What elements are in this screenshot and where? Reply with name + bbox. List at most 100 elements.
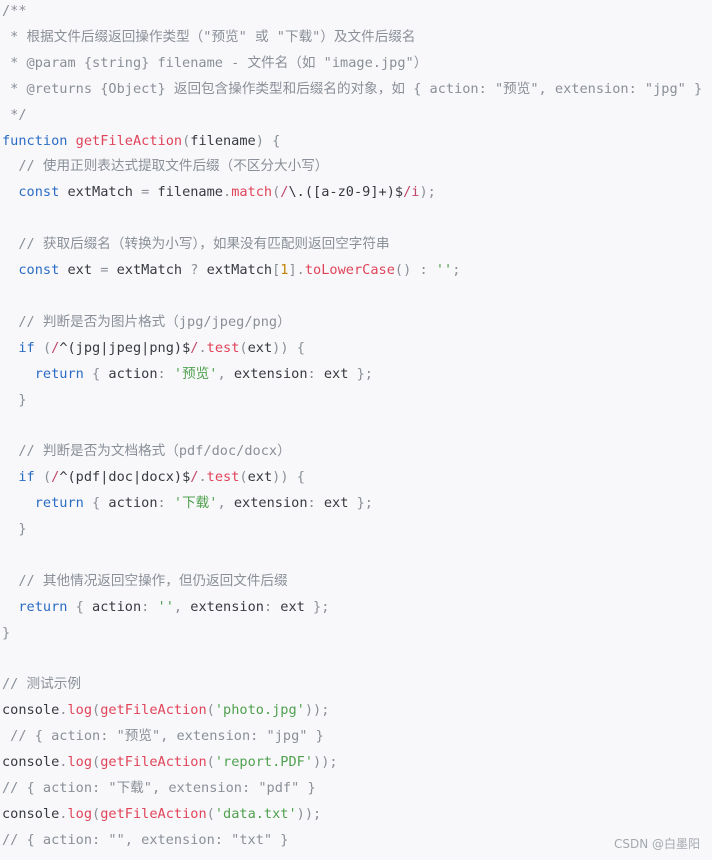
punctuation-token: } <box>2 624 11 641</box>
function-token: test <box>206 339 240 356</box>
code-text: extMatch <box>108 262 191 278</box>
punctuation-token: )) <box>272 469 289 486</box>
comment-token: // 判断是否为文档格式（pdf/doc/docx） <box>18 443 291 460</box>
code-text: extMatch <box>198 262 273 278</box>
function-token: toLowerCase <box>304 262 395 278</box>
code-line: */ <box>2 102 27 128</box>
code-line: const extMatch = filename.match(/\.([a-z… <box>2 179 436 205</box>
comment-token: // { action: "预览", extension: "jpg" } <box>2 728 324 745</box>
code-text: ext <box>247 339 273 356</box>
comment-token: * @returns {Object} 返回包含操作类型和后缀名的对象，如 { … <box>2 80 703 97</box>
punctuation-token: ( <box>42 339 52 356</box>
code-line: // { action: "预览", extension: "jpg" } <box>2 723 324 749</box>
punctuation-token: , <box>217 365 226 382</box>
function-token: getFileAction <box>100 754 207 771</box>
function-token: test <box>206 469 240 486</box>
code-text: console <box>2 702 60 719</box>
punctuation-token: } <box>18 391 27 408</box>
punctuation-token: )); <box>296 805 322 822</box>
keyword-token: return <box>34 365 84 382</box>
string-token: '下载' <box>173 495 218 512</box>
code-line: return { action: '预览', extension: ext }; <box>2 361 373 387</box>
code-text: ext <box>272 598 314 615</box>
punctuation-token: : <box>307 495 316 512</box>
code-text: ^(pdf|doc|docx)$ <box>59 469 191 486</box>
code-text: extMatch <box>59 184 142 201</box>
string-token: 'data.txt' <box>214 805 297 822</box>
punctuation-token: : <box>157 495 166 512</box>
code-line: const ext = extMatch ? extMatch[1].toLow… <box>2 257 460 283</box>
code-text: console <box>2 805 60 822</box>
punctuation-token: { <box>296 339 305 356</box>
punctuation-token: ( <box>92 805 101 822</box>
code-text: filename <box>190 132 256 149</box>
code-line: // 判断是否为图片格式（jpg/jpeg/png） <box>2 309 291 335</box>
punctuation-token: : <box>307 365 316 382</box>
punctuation-token: ; <box>427 184 436 201</box>
code-text: extension <box>182 598 264 615</box>
punctuation-token: . <box>223 184 232 201</box>
comment-token: // 获取后缀名（转换为小写），如果没有匹配则返回空字符串 <box>18 236 390 253</box>
keyword-token: if <box>18 469 35 486</box>
string-token: 'report.PDF' <box>214 754 314 771</box>
punctuation-token: ( <box>206 754 215 771</box>
comment-token: // { action: "", extension: "txt" } <box>2 831 289 848</box>
punctuation-token: () <box>394 262 412 278</box>
comment-token: // { action: "下载", extension: "pdf" } <box>2 780 316 796</box>
function-token: getFileAction <box>100 805 207 822</box>
punctuation-token: { <box>75 598 84 615</box>
comment-token: // 测试示例 <box>2 676 81 693</box>
punctuation-token: . <box>198 339 207 356</box>
punctuation-token: ( <box>92 702 101 719</box>
comment-token: * 根据文件后缀返回操作类型（"预览" 或 "下载"）及文件后缀名 <box>2 28 416 45</box>
punctuation-token: . <box>296 262 305 278</box>
comment-token: */ <box>2 106 27 123</box>
keyword-token: return <box>34 495 84 512</box>
punctuation-token: ) <box>255 132 264 149</box>
comment-token: // 其他情况返回空操作，但仍返回文件后缀 <box>18 572 288 589</box>
code-line: return { action: '下载', extension: ext }; <box>2 490 373 516</box>
code-line: console.log(getFileAction('photo.jpg')); <box>2 697 329 723</box>
keyword-token: if <box>18 339 35 356</box>
function-token: log <box>67 805 93 822</box>
code-line: // 测试示例 <box>2 671 81 697</box>
code-line: return { action: '', extension: ext }; <box>2 594 329 620</box>
code-line: // 获取后缀名（转换为小写），如果没有匹配则返回空字符串 <box>2 231 390 257</box>
punctuation-token: ] <box>288 262 297 278</box>
punctuation-token: } <box>18 521 27 537</box>
punctuation-token: { <box>296 469 305 486</box>
punctuation-token: , <box>217 495 226 512</box>
code-line: } <box>2 620 10 646</box>
code-line: // 其他情况返回空操作，但仍返回文件后缀 <box>2 568 288 594</box>
punctuation-token: : <box>419 262 428 278</box>
code-line: // 使用正则表达式提取文件后缀（不区分大小写） <box>2 153 328 179</box>
code-line: // 判断是否为文档格式（pdf/doc/docx） <box>2 438 291 464</box>
string-token: '预览' <box>173 365 218 382</box>
punctuation-token: ( <box>42 469 52 486</box>
code-text: filename <box>149 184 224 201</box>
comment-token: // 判断是否为图片格式（jpg/jpeg/png） <box>18 313 291 330</box>
punctuation-token: )); <box>313 754 338 771</box>
code-line: // { action: "", extension: "txt" } <box>2 827 288 853</box>
string-token: '' <box>435 262 453 278</box>
code-line: * @returns {Object} 返回包含操作类型和后缀名的对象，如 { … <box>2 76 702 102</box>
punctuation-token: : <box>263 598 273 615</box>
regex-token: /i <box>403 184 420 201</box>
code-line: /** <box>2 0 27 24</box>
